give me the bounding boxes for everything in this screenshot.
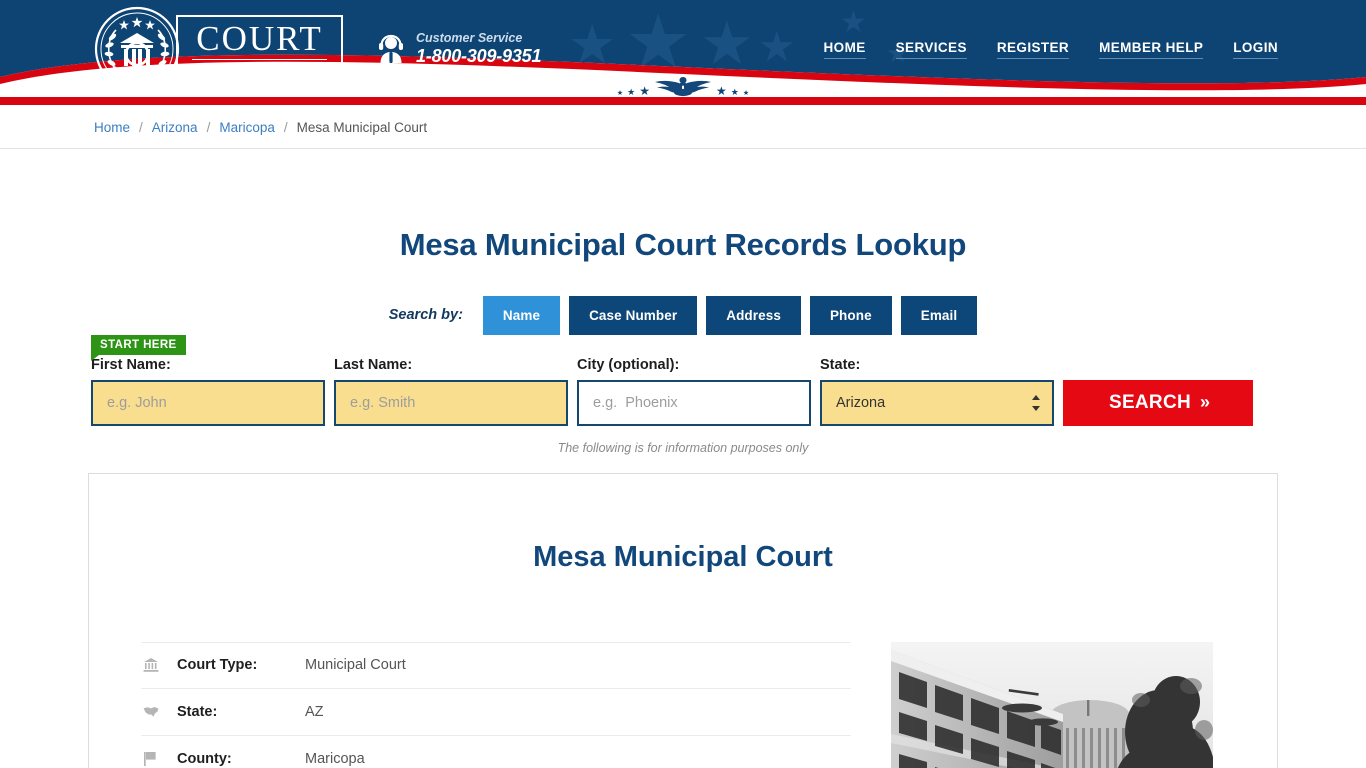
first-name-field-group: First Name: [91,357,325,426]
county-label: County: [177,750,232,767]
breadcrumb-separator: / [206,119,211,135]
eagle-emblem-decoration: ★ ★ ★ ★ ★ ★ [583,73,783,97]
first-name-input[interactable] [91,379,325,426]
eagle-icon [655,77,711,97]
city-label: City (optional): [577,356,680,373]
breadcrumb: Home / Arizona / Maricopa / Mesa Municip… [88,105,1278,149]
nav-item-home[interactable]: HOME [823,40,866,59]
state-selected-value: Arizona [836,394,886,411]
last-name-label: Last Name: [334,356,413,373]
breadcrumb-separator: / [139,119,143,135]
state-label: State: [820,356,861,373]
breadcrumb-item-maricopa[interactable]: Maricopa [219,120,275,135]
customer-service-phone[interactable]: 1-800-309-9351 [416,46,542,67]
main-content: Mesa Municipal Court Records Lookup Sear… [88,170,1278,768]
state-field-group: State: Arizona [820,357,1054,426]
breadcrumb-separator: / [283,119,288,135]
breadcrumb-item-current: Mesa Municipal Court [296,119,428,135]
map-usa-icon [143,705,177,719]
tab-phone[interactable]: Phone [809,295,892,335]
flag-icon [143,751,177,767]
court-name-heading: Mesa Municipal Court [533,540,833,573]
court-details-table: Court Type: Municipal Court State: AZ Co… [141,641,851,768]
double-chevron-right-icon: » [1200,392,1210,413]
breadcrumb-bar: Home / Arizona / Maricopa / Mesa Municip… [0,105,1366,149]
header-red-divider [0,97,1366,105]
state-row-value: AZ [305,703,324,720]
last-name-field-group: Last Name: [334,357,568,426]
last-name-input[interactable] [334,379,568,426]
site-header: ★ ★ ★ ★ ★ ★ ★ ★ ★ ★ ★ ★ ★ [0,0,1366,97]
table-row: County: Maricopa [141,736,851,768]
main-navigation: HOME SERVICES REGISTER MEMBER HELP LOGIN [823,40,1278,59]
breadcrumb-item-arizona[interactable]: Arizona [152,120,198,135]
search-button-label: SEARCH [1108,391,1191,413]
city-field-group: City (optional): [577,357,811,426]
nav-item-register[interactable]: REGISTER [996,40,1070,59]
breadcrumb-item-home[interactable]: Home [94,120,130,135]
logo-subtitle: CASE FINDER [196,62,328,75]
page-title: Mesa Municipal Court Records Lookup [399,226,967,262]
search-by-label: Search by: [388,307,463,324]
logo-wordmark: COURT CASE FINDER [176,15,344,83]
court-type-value: Municipal Court [305,657,406,674]
chevron-updown-icon [1030,392,1042,414]
courthouse-building-photo [891,641,1213,768]
site-logo[interactable]: COURT CASE FINDER [94,6,344,92]
first-name-label: First Name: [91,356,171,373]
state-row-label: State: [177,703,218,720]
customer-service-block[interactable]: Customer Service 1-800-309-9351 [377,31,542,67]
tab-case-number[interactable]: Case Number [569,295,698,335]
table-row: State: AZ [141,689,851,736]
city-input[interactable] [577,379,811,426]
tab-email[interactable]: Email [900,295,978,335]
tab-name[interactable]: Name [482,295,561,335]
nav-item-services[interactable]: SERVICES [895,40,967,59]
search-button[interactable]: SEARCH » [1063,379,1253,426]
court-info-card: Mesa Municipal Court Court Type: Municip… [88,472,1278,768]
court-card-body: Court Type: Municipal Court State: AZ Co… [141,598,1225,768]
table-row: Court Type: Municipal Court [141,641,851,689]
headset-support-icon [377,34,405,64]
court-seal-icon [94,6,180,92]
start-here-badge: START HERE [91,334,186,361]
bank-courthouse-icon [143,657,177,673]
logo-title: COURT [192,21,328,60]
county-value: Maricopa [305,750,365,767]
search-by-tabs: Search by: Name Case Number Address Phon… [88,295,1278,335]
nav-item-member-help[interactable]: MEMBER HELP [1099,40,1204,59]
nav-item-login[interactable]: LOGIN [1233,40,1278,59]
customer-service-label: Customer Service [416,31,523,45]
search-form: START HERE First Name: Last Name: City (… [88,334,1278,426]
court-type-label: Court Type: [177,657,258,674]
state-select[interactable]: Arizona [820,379,1054,426]
search-disclaimer: The following is for information purpose… [557,440,809,455]
tab-address[interactable]: Address [706,295,801,335]
